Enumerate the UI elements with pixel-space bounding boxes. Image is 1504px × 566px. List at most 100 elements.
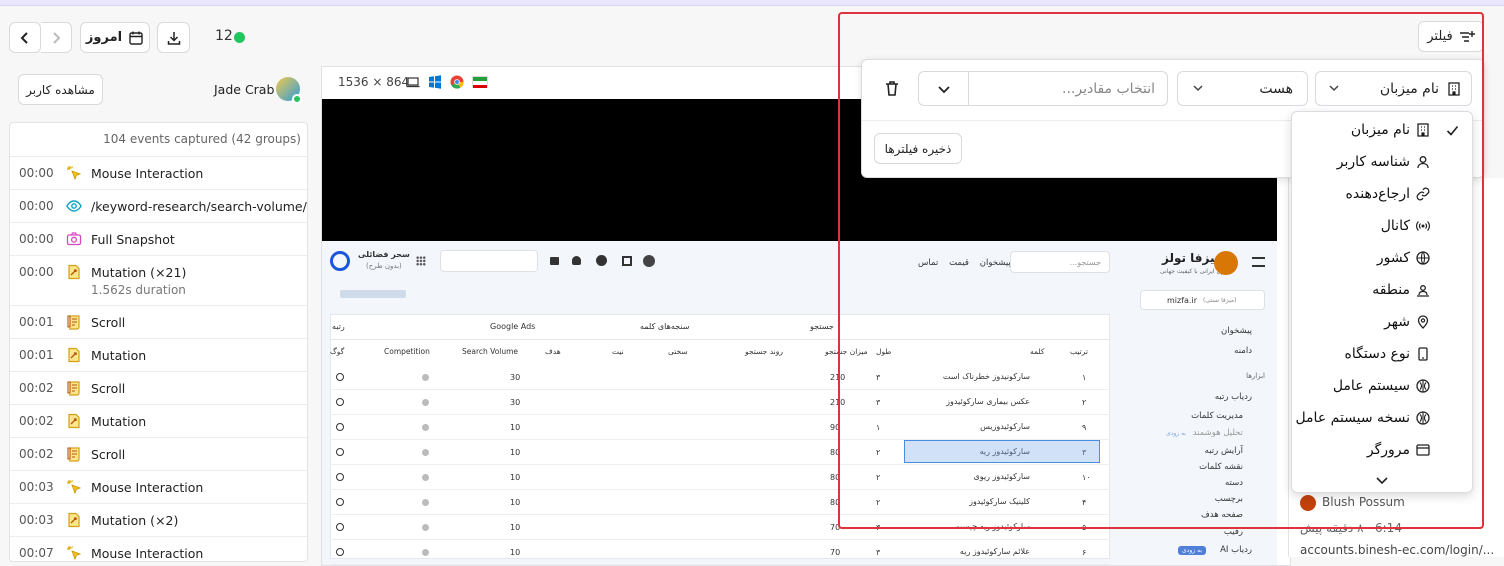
event-row[interactable]: 00:02 Scroll	[10, 371, 307, 404]
site-user-name: سحر فضائلی	[358, 250, 410, 259]
site-column-header[interactable]: کلمه	[1030, 347, 1044, 356]
download-icon	[166, 30, 182, 46]
next-button[interactable]	[41, 22, 72, 53]
site-table-row[interactable]: ۶ علائم سارکوئیدوز ریه ۳ 70 10	[330, 540, 1110, 565]
filter-field-select[interactable]: نام میزبان	[1315, 71, 1472, 106]
site-sidebar-item[interactable]: صفحه هدف	[1201, 510, 1243, 520]
save-filters-button[interactable]: ذخیره فیلترها	[874, 133, 962, 164]
site-sidebar-item[interactable]: نقشه کلمات	[1199, 462, 1243, 472]
site-sidebar-item[interactable]: ابزارها	[1246, 372, 1265, 380]
event-row[interactable]: 00:00/keyword-research/search-volume/37b…	[10, 189, 307, 222]
site-column-header[interactable]: هدف	[545, 347, 561, 356]
site-sidebar-item[interactable]: مدیریت کلمات	[1191, 411, 1243, 421]
site-sidebar-item[interactable]: آرایش رتبه	[1205, 446, 1243, 456]
event-row[interactable]: 00:02 Scroll	[10, 437, 307, 470]
site-column-header[interactable]: طول	[876, 347, 891, 356]
site-sidebar-item[interactable]: دامنه	[1234, 346, 1252, 356]
site-wallet-icon	[550, 257, 559, 265]
zoom-icon[interactable]	[336, 373, 344, 381]
zoom-icon[interactable]	[336, 523, 344, 531]
site-domain: mizfa.ir	[1167, 296, 1197, 305]
filter-option[interactable]: شهر	[1292, 308, 1474, 340]
event-row[interactable]: 00:03 Mutation (×2)	[10, 503, 307, 536]
site-table-row[interactable]: ۱۰ سارکوئیدوز ریوی ۲ 80 10	[330, 465, 1110, 490]
scroll-icon	[66, 380, 82, 399]
date-picker-button[interactable]: امروز	[80, 22, 150, 53]
site-column-header[interactable]: سختی	[668, 347, 688, 356]
zoom-icon[interactable]	[336, 498, 344, 506]
zoom-icon[interactable]	[336, 473, 344, 481]
site-nav[interactable]: پیشخوان قیمت تماس	[918, 258, 1011, 268]
filter-option[interactable]: نوع دستگاه	[1292, 340, 1474, 372]
event-row[interactable]: 00:00 Mutation (×21) 1.562s duration	[10, 255, 307, 305]
scroll-icon	[66, 446, 82, 465]
zoom-icon[interactable]	[336, 548, 344, 556]
site-table-row[interactable]: ۵ سارکوئیدوز ریه چیست ۳ 70 10	[330, 515, 1110, 540]
scroll-down-chevron-icon[interactable]	[1376, 476, 1388, 486]
prev-button[interactable]	[9, 22, 41, 53]
site-search-input[interactable]: جستجو...	[1010, 251, 1110, 273]
view-user-button[interactable]: مشاهده کاربر	[18, 74, 103, 105]
cell-keyword: سارکوئیدوز ریه چیست	[954, 522, 1030, 531]
site-column-header[interactable]: روند جستجو	[745, 347, 783, 356]
link-icon	[1416, 187, 1430, 205]
today-label: امروز	[85, 30, 123, 45]
other-session-meta: 6:14 · ۸ دقیقه پیش	[1300, 521, 1402, 535]
filter-option[interactable]: ارجاع‌دهنده	[1292, 180, 1474, 212]
event-row[interactable]: 00:07 Mouse Interaction	[10, 536, 307, 561]
filter-option[interactable]: کانال	[1292, 212, 1474, 244]
site-sidebar-item[interactable]: ردیاب AI	[1220, 545, 1252, 555]
site-language-selector[interactable]	[440, 250, 538, 272]
event-row[interactable]: 00:01 Scroll	[10, 305, 307, 338]
site-sidebar-item[interactable]: پیشخوان	[1221, 326, 1252, 336]
site-table-row[interactable]: ۲ عکس بیماری سارکوئیدوز ۳ 210 30	[330, 390, 1110, 415]
site-sidebar-item[interactable]: تحلیل هوشمند	[1193, 428, 1243, 438]
event-time: 00:01	[19, 348, 54, 362]
site-sidebar-item[interactable]: ردیاب رتبه	[1215, 392, 1252, 402]
events-panel: 104 events captured (42 groups) 00:00 Mou…	[9, 122, 308, 562]
site-domain-select[interactable]: mizfa.ir (میزفا تستی)	[1140, 290, 1265, 310]
filter-button[interactable]: فیلتر	[1418, 21, 1484, 52]
site-sidebar-item[interactable]: رقیب	[1224, 527, 1243, 537]
filter-option[interactable]: سیستم عامل	[1292, 372, 1474, 404]
filter-option[interactable]: نسخه سیستم عامل	[1292, 404, 1474, 436]
other-session-url[interactable]: accounts.binesh-ec.com/login/...	[1300, 543, 1494, 557]
filter-field-dropdown: نام میزبان شناسه کاربر ارجاع‌دهنده کانال کشو…	[1291, 111, 1473, 493]
site-table-row[interactable]: ۹ سارکوئیدوزیس ۱ 90 10	[330, 415, 1110, 440]
site-column-header[interactable]: نیت	[612, 347, 624, 356]
chrome-icon	[450, 75, 464, 89]
event-row[interactable]: 00:00 Full Snapshot	[10, 222, 307, 255]
event-row[interactable]: 00:03 Mouse Interaction	[10, 470, 307, 503]
event-row[interactable]: 00:00 Mouse Interaction	[10, 156, 307, 189]
site-sidebar-item[interactable]: برچسب	[1215, 494, 1243, 504]
filter-option[interactable]: شناسه کاربر	[1292, 148, 1474, 180]
filter-operator-select[interactable]: هست	[1177, 71, 1308, 106]
event-row[interactable]: 00:01 Mutation	[10, 338, 307, 371]
event-row[interactable]: 00:02 Mutation	[10, 404, 307, 437]
site-table-row[interactable]: ۴ کلینیک سارکوئیدوز ۲ 80 10	[330, 490, 1110, 515]
site-column-header[interactable]: میزان جستجو	[825, 347, 868, 356]
site-column-header[interactable]: ترتیب	[1070, 347, 1088, 356]
site-column-header[interactable]: Search Volume	[462, 347, 518, 356]
filter-values-input[interactable]: انتخاب مقادیر...	[918, 71, 1168, 106]
trash-icon[interactable]	[884, 80, 900, 96]
site-column-header[interactable]: Competition	[384, 347, 430, 356]
filter-option[interactable]: مرورگر	[1292, 436, 1474, 468]
event-label: Mouse Interaction	[91, 166, 204, 181]
zoom-icon[interactable]	[336, 448, 344, 456]
site-table-row[interactable]: ۳ سارکوئیدوز ریه ۲ 80 10	[330, 440, 1110, 465]
cell-length: ۳	[876, 373, 881, 382]
site-table-row[interactable]: ۱ سارکونیدوز خطرناک است ۳ 210 30	[330, 365, 1110, 390]
cell-keyword: سارکونیدوز خطرناک است	[942, 372, 1030, 381]
site-sidebar-item[interactable]: دسته	[1225, 478, 1243, 488]
zoom-icon[interactable]	[336, 423, 344, 431]
site-column-header[interactable]: گوگ	[330, 347, 344, 356]
zoom-icon[interactable]	[336, 398, 344, 406]
cell-search-volume: 10	[510, 548, 521, 557]
download-button[interactable]	[157, 22, 190, 53]
filter-option[interactable]: نام میزبان	[1292, 116, 1474, 148]
filter-option[interactable]: منطقه	[1292, 276, 1474, 308]
cell-length: ۱	[876, 423, 881, 432]
filter-option[interactable]: کشور	[1292, 244, 1474, 276]
map-pin-icon	[1416, 315, 1430, 333]
